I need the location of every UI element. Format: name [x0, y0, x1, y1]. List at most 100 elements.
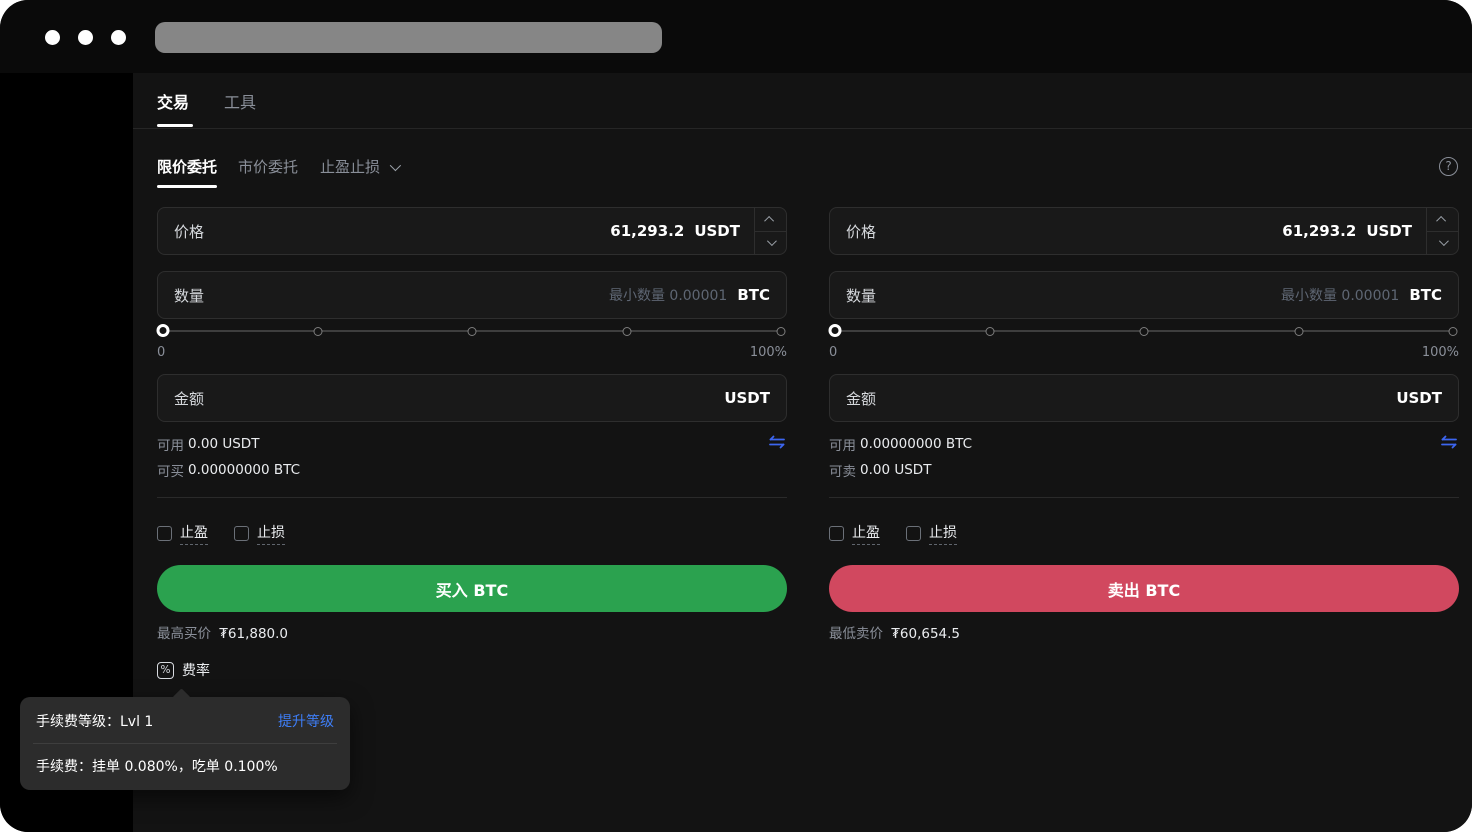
checkbox-icon[interactable] — [829, 526, 844, 541]
percent-icon: % — [157, 662, 174, 679]
price-unit: USDT — [694, 222, 740, 240]
slider-step-50[interactable] — [468, 327, 477, 336]
chevron-down-icon — [1439, 236, 1449, 246]
price-step-down-button[interactable] — [755, 231, 786, 255]
slider-step-100[interactable] — [1449, 327, 1458, 336]
sell-tpsl-row: 止盈 止损 — [829, 522, 957, 545]
price-unit: USDT — [1366, 222, 1412, 240]
slider-step-25[interactable] — [313, 327, 322, 336]
min-sell-price-hint: 最低卖价 ₮60,654.5 — [829, 622, 960, 642]
buy-panel: 价格 61,293.2 USDT 数量 最小数量 0.00001 BTC — [157, 73, 787, 663]
fee-level-text: 手续费等级：Lvl 1 — [36, 711, 153, 731]
upgrade-level-link[interactable]: 提升等级 — [278, 711, 334, 731]
slider-step-75[interactable] — [1294, 327, 1303, 336]
quantity-label: 数量 — [174, 285, 204, 306]
max-buy-price-hint: 最高买价 ₮61,880.0 — [157, 622, 288, 642]
price-label: 价格 — [846, 221, 876, 242]
checkbox-icon[interactable] — [157, 526, 172, 541]
price-value: 61,293.2 — [1282, 222, 1356, 240]
available-value: 0.00 USDT — [188, 436, 259, 452]
tooltip-level-row: 手续费等级：Lvl 1 提升等级 — [20, 697, 350, 743]
sell-btc-button[interactable]: 卖出 BTC — [829, 565, 1459, 612]
price-step-up-button[interactable] — [755, 208, 786, 231]
can-buy-label: 可买 — [157, 460, 184, 480]
sell-amount-slider[interactable] — [835, 324, 1453, 338]
available-value: 0.00000000 BTC — [860, 436, 972, 452]
take-profit-label: 止盈 — [852, 522, 880, 545]
buy-total-input[interactable]: 金额 USDT — [157, 374, 787, 422]
quantity-label: 数量 — [846, 285, 876, 306]
total-label: 金额 — [846, 388, 876, 409]
buy-amount-slider[interactable] — [163, 324, 781, 338]
fee-tooltip: 手续费等级：Lvl 1 提升等级 手续费：挂单 0.080%，吃单 0.100% — [20, 697, 350, 790]
stop-loss-checkbox[interactable]: 止损 — [234, 522, 285, 545]
total-label: 金额 — [174, 388, 204, 409]
window-control-dot[interactable] — [45, 30, 60, 45]
available-balance-row: 可用 0.00000000 BTC — [829, 434, 972, 454]
slider-labels: 0 100% — [829, 345, 1459, 360]
sell-price-input[interactable]: 价格 61,293.2 USDT — [829, 207, 1459, 255]
can-sell-label: 可卖 — [829, 460, 856, 480]
slider-max-label: 100% — [750, 345, 787, 360]
chevron-up-icon — [764, 216, 774, 226]
price-value: 61,293.2 — [610, 222, 684, 240]
panel-divider — [157, 497, 787, 498]
slider-handle[interactable] — [157, 324, 170, 337]
total-unit: USDT — [724, 389, 770, 407]
buy-quantity-input[interactable]: 数量 最小数量 0.00001 BTC — [157, 271, 787, 319]
chevron-up-icon — [1436, 216, 1446, 226]
price-label: 价格 — [174, 221, 204, 242]
slider-labels: 0 100% — [157, 345, 787, 360]
chevron-down-icon — [767, 236, 777, 246]
available-balance-row: 可用 0.00 USDT — [157, 434, 259, 454]
browser-window: 交易 工具 限价委托 市价委托 止盈止损 ? 价格 61,293.2 USDT — [0, 0, 1472, 832]
slider-step-75[interactable] — [622, 327, 631, 336]
stop-loss-checkbox[interactable]: 止损 — [906, 522, 957, 545]
total-unit: USDT — [1396, 389, 1442, 407]
buy-btc-button[interactable]: 买入 BTC — [157, 565, 787, 612]
quantity-unit: BTC — [737, 286, 770, 304]
take-profit-checkbox[interactable]: 止盈 — [157, 522, 208, 545]
fee-rate-row[interactable]: % 费率 — [157, 660, 210, 680]
stop-loss-label: 止损 — [257, 522, 285, 545]
slider-max-label: 100% — [1422, 345, 1459, 360]
price-stepper — [754, 208, 786, 254]
slider-handle[interactable] — [829, 324, 842, 337]
quantity-unit: BTC — [1409, 286, 1442, 304]
available-label: 可用 — [157, 434, 184, 454]
stop-loss-label: 止损 — [929, 522, 957, 545]
fee-detail-text: 手续费：挂单 0.080%，吃单 0.100% — [20, 744, 350, 790]
take-profit-label: 止盈 — [180, 522, 208, 545]
window-control-dot[interactable] — [78, 30, 93, 45]
slider-step-50[interactable] — [1140, 327, 1149, 336]
slider-step-25[interactable] — [985, 327, 994, 336]
transfer-icon[interactable] — [767, 433, 787, 451]
sell-panel: 价格 61,293.2 USDT 数量 最小数量 0.00001 BTC — [829, 73, 1459, 663]
buy-tpsl-row: 止盈 止损 — [157, 522, 285, 545]
min-sell-price-label: 最低卖价 — [829, 626, 883, 642]
panel-divider — [829, 497, 1459, 498]
window-control-dot[interactable] — [111, 30, 126, 45]
window-titlebar — [0, 0, 1472, 73]
quantity-placeholder: 最小数量 0.00001 — [1281, 285, 1399, 305]
fee-rate-label: 费率 — [182, 660, 210, 680]
buy-price-input[interactable]: 价格 61,293.2 USDT — [157, 207, 787, 255]
transfer-icon[interactable] — [1439, 433, 1459, 451]
slider-step-100[interactable] — [777, 327, 786, 336]
checkbox-icon[interactable] — [234, 526, 249, 541]
slider-min-label: 0 — [157, 345, 165, 360]
can-sell-value: 0.00 USDT — [860, 462, 931, 478]
max-buy-price-label: 最高买价 — [157, 626, 211, 642]
price-step-down-button[interactable] — [1427, 231, 1458, 255]
address-bar[interactable] — [155, 22, 662, 53]
checkbox-icon[interactable] — [906, 526, 921, 541]
slider-min-label: 0 — [829, 345, 837, 360]
min-sell-price-value: ₮60,654.5 — [891, 626, 960, 642]
can-sell-row: 可卖 0.00 USDT — [829, 460, 931, 480]
price-stepper — [1426, 208, 1458, 254]
sell-quantity-input[interactable]: 数量 最小数量 0.00001 BTC — [829, 271, 1459, 319]
can-buy-row: 可买 0.00000000 BTC — [157, 460, 300, 480]
sell-total-input[interactable]: 金额 USDT — [829, 374, 1459, 422]
price-step-up-button[interactable] — [1427, 208, 1458, 231]
take-profit-checkbox[interactable]: 止盈 — [829, 522, 880, 545]
